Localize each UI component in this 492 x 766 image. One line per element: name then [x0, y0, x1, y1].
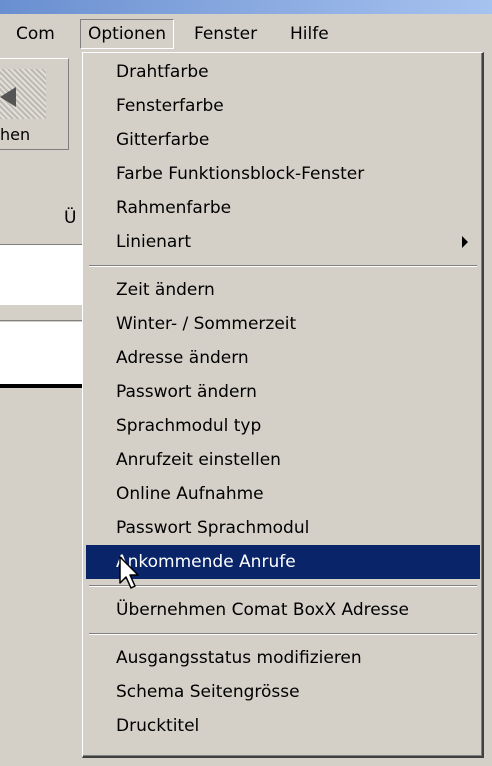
menu-item[interactable]: Rahmenfarbe	[86, 191, 480, 225]
content-panel	[0, 244, 82, 305]
menu-item-label: Ankommende Anrufe	[116, 552, 296, 572]
toolbar-button[interactable]: hen	[0, 58, 69, 150]
menu-separator	[89, 585, 477, 587]
menu-item-label: Farbe Funktionsblock-Fenster	[116, 164, 365, 184]
menu-item-label: Gitterfarbe	[116, 130, 210, 150]
menu-separator	[89, 265, 477, 267]
menu-item[interactable]: Sprachmodul typ	[86, 409, 480, 443]
menu-item[interactable]: Online Aufnahme	[86, 477, 480, 511]
menu-com[interactable]: Com	[8, 20, 63, 48]
menu-bar: Com Optionen Fenster Hilfe	[0, 14, 492, 52]
mouse-cursor-icon	[119, 556, 139, 589]
menu-separator	[89, 633, 477, 635]
menu-item-label: Zeit ändern	[116, 280, 215, 300]
menu-item-label: Rahmenfarbe	[116, 198, 232, 218]
menu-fenster[interactable]: Fenster	[186, 20, 265, 48]
menu-item-label: Drahtfarbe	[116, 62, 209, 82]
menu-item[interactable]: Ausgangsstatus modifizieren	[86, 641, 480, 675]
menu-item[interactable]: Drahtfarbe	[86, 55, 480, 89]
menu-item[interactable]: Zeit ändern	[86, 273, 480, 307]
menu-item-label: Passwort Sprachmodul	[116, 518, 310, 538]
menu-item[interactable]: Passwort Sprachmodul	[86, 511, 480, 545]
panel-divider	[0, 320, 82, 321]
menu-item[interactable]: Linienart	[86, 225, 480, 259]
content-panel-lower	[0, 322, 82, 384]
menu-item-label: Linienart	[116, 232, 191, 252]
menu-item[interactable]: Gitterfarbe	[86, 123, 480, 157]
column-header: Ü	[64, 208, 77, 228]
toolbar-arrow-icon	[0, 69, 46, 119]
menu-item[interactable]: Drucktitel	[86, 709, 480, 743]
menu-item-label: Online Aufnahme	[116, 484, 264, 504]
menu-item-label: Übernehmen Comat BoxX Adresse	[116, 600, 409, 620]
optionen-dropdown-menu: Drahtfarbe Fensterfarbe Gitterfarbe Farbe F…	[82, 52, 484, 758]
panel-border	[0, 384, 82, 388]
menu-item[interactable]: Adresse ändern	[86, 341, 480, 375]
menu-item[interactable]: Ankommende Anrufe	[86, 545, 480, 579]
menu-item-label: Drucktitel	[116, 716, 200, 736]
menu-item[interactable]: Schema Seitengrösse	[86, 675, 480, 709]
menu-item-label: Schema Seitengrösse	[116, 682, 300, 702]
window-title-bar	[0, 0, 492, 14]
submenu-arrow-icon	[462, 236, 468, 248]
menu-optionen[interactable]: Optionen	[80, 19, 174, 49]
menu-item-label: Ausgangsstatus modifizieren	[116, 648, 362, 668]
menu-item[interactable]: Fensterfarbe	[86, 89, 480, 123]
menu-item[interactable]: Winter- / Sommerzeit	[86, 307, 480, 341]
menu-item[interactable]: Farbe Funktionsblock-Fenster	[86, 157, 480, 191]
menu-item-label: Fensterfarbe	[116, 96, 224, 116]
toolbar-button-label: hen	[0, 125, 31, 144]
menu-item[interactable]: Übernehmen Comat BoxX Adresse	[86, 593, 480, 627]
menu-item-label: Anrufzeit einstellen	[116, 450, 281, 470]
menu-item[interactable]: Anrufzeit einstellen	[86, 443, 480, 477]
menu-item-label: Adresse ändern	[116, 348, 249, 368]
menu-item[interactable]: Passwort ändern	[86, 375, 480, 409]
menu-item-label: Sprachmodul typ	[116, 416, 262, 436]
menu-hilfe[interactable]: Hilfe	[282, 20, 337, 48]
menu-item-label: Passwort ändern	[116, 382, 257, 402]
menu-item-label: Winter- / Sommerzeit	[116, 314, 297, 334]
